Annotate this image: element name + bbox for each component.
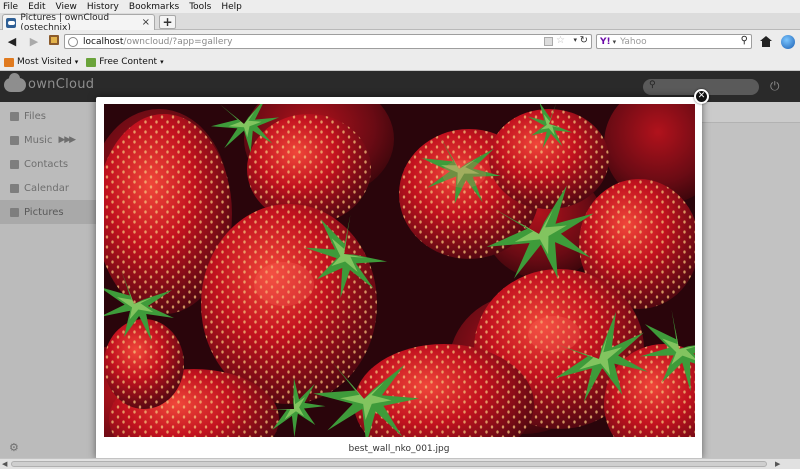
search-icon[interactable]: ⚲ bbox=[741, 35, 748, 46]
sidebar-item-label: Contacts bbox=[24, 158, 69, 170]
horizontal-scrollbar[interactable]: ◀ ▶ bbox=[0, 458, 800, 469]
url-path: /owncloud/?app=gallery bbox=[123, 36, 233, 47]
contacts-icon bbox=[10, 159, 19, 169]
sidebar-item-calendar[interactable]: Calendar bbox=[0, 176, 96, 200]
tab-bar: Pictures | ownCloud (ostechnix) × + bbox=[0, 13, 800, 33]
search-bar[interactable]: Y! ▾ Yahoo ⚲ bbox=[596, 34, 752, 49]
folder-icon bbox=[4, 57, 14, 67]
bookmark-free-content[interactable]: Free Content ▾ bbox=[86, 57, 164, 67]
forward-button[interactable]: ▶ bbox=[26, 34, 42, 50]
menu-bookmarks[interactable]: Bookmarks bbox=[129, 2, 179, 12]
sidebar-item-label: Calendar bbox=[24, 182, 69, 194]
bookmark-star-icon[interactable]: ☆ bbox=[556, 35, 565, 46]
owncloud-favicon-icon bbox=[6, 17, 17, 28]
chevron-down-icon: ▾ bbox=[160, 58, 164, 66]
music-playback-controls[interactable]: ▶ ▶▶ bbox=[58, 135, 76, 145]
strawberries-image bbox=[104, 104, 695, 437]
url-bar[interactable]: localhost /owncloud/?app=gallery ☆ ▾ ↻ bbox=[64, 34, 592, 49]
menu-file[interactable]: File bbox=[3, 2, 18, 12]
logout-icon[interactable]: ⏻ bbox=[770, 79, 780, 94]
scroll-right-icon[interactable]: ▶ bbox=[775, 460, 780, 468]
menu-edit[interactable]: Edit bbox=[28, 2, 45, 12]
sidebar-item-label: Music bbox=[24, 134, 53, 146]
settings-gear-icon[interactable]: ⚙ bbox=[9, 441, 19, 454]
music-icon bbox=[10, 135, 19, 145]
back-button[interactable]: ◀ bbox=[4, 34, 20, 50]
bookmark-label: Free Content bbox=[99, 57, 158, 67]
files-icon bbox=[10, 111, 19, 121]
owncloud-logo[interactable]: ownCloud bbox=[4, 72, 95, 92]
bookmark-label: Most Visited bbox=[17, 57, 72, 67]
tab-close-icon[interactable]: × bbox=[142, 17, 150, 28]
feed-icon[interactable] bbox=[544, 37, 553, 46]
navigation-toolbar: ◀ ▶ localhost /owncloud/?app=gallery ☆ ▾… bbox=[0, 30, 800, 54]
search-placeholder: Yahoo bbox=[620, 36, 647, 47]
owncloud-sidebar: Files Music ▶ ▶▶ Contacts Calendar Pictu… bbox=[0, 102, 96, 458]
engine-dropdown-icon[interactable]: ▾ bbox=[613, 38, 617, 46]
sidebar-item-files[interactable]: Files bbox=[0, 104, 96, 128]
url-host: localhost bbox=[83, 36, 124, 47]
sidebar-item-contacts[interactable]: Contacts bbox=[0, 152, 96, 176]
new-tab-button[interactable]: + bbox=[159, 15, 176, 29]
scroll-left-icon[interactable]: ◀ bbox=[2, 460, 7, 468]
home-icon[interactable] bbox=[760, 36, 772, 47]
sidebar-item-music[interactable]: Music ▶ ▶▶ bbox=[0, 128, 96, 152]
menu-help[interactable]: Help bbox=[221, 2, 242, 12]
reload-icon[interactable]: ↻ bbox=[580, 35, 588, 46]
search-icon: ⚲ bbox=[649, 80, 656, 90]
pictures-icon bbox=[10, 207, 19, 217]
calendar-icon bbox=[10, 183, 19, 193]
image-caption: best_wall_nko_001.jpg bbox=[348, 444, 450, 454]
bookmarks-toolbar: Most Visited ▾ Free Content ▾ bbox=[0, 54, 800, 71]
cloud-icon bbox=[4, 72, 26, 92]
strawberries-photo[interactable] bbox=[104, 104, 695, 437]
yahoo-engine-icon[interactable]: Y! bbox=[600, 37, 611, 47]
menu-tools[interactable]: Tools bbox=[189, 2, 211, 12]
menu-view[interactable]: View bbox=[56, 2, 77, 12]
lightbox-close-icon[interactable]: ✕ bbox=[694, 89, 709, 104]
feed-folder-icon bbox=[86, 57, 97, 67]
chevron-down-icon: ▾ bbox=[74, 58, 79, 66]
sidebar-item-pictures[interactable]: Pictures bbox=[0, 200, 96, 224]
bookmark-most-visited[interactable]: Most Visited ▾ bbox=[4, 57, 78, 67]
scrollbar-thumb[interactable] bbox=[11, 461, 767, 467]
addon-icon[interactable] bbox=[781, 35, 795, 49]
sidebar-item-label: Pictures bbox=[24, 206, 64, 218]
globe-icon bbox=[68, 36, 78, 47]
image-lightbox: best_wall_nko_001.jpg bbox=[96, 97, 702, 459]
browser-menubar: File Edit View History Bookmarks Tools H… bbox=[0, 0, 800, 13]
menu-history[interactable]: History bbox=[87, 2, 119, 12]
identity-icon[interactable] bbox=[46, 34, 62, 50]
url-history-dropdown-icon[interactable]: ▾ bbox=[573, 36, 577, 44]
sidebar-item-label: Files bbox=[24, 110, 46, 122]
browser-tab[interactable]: Pictures | ownCloud (ostechnix) × bbox=[2, 13, 155, 33]
logo-text: ownCloud bbox=[28, 77, 95, 92]
